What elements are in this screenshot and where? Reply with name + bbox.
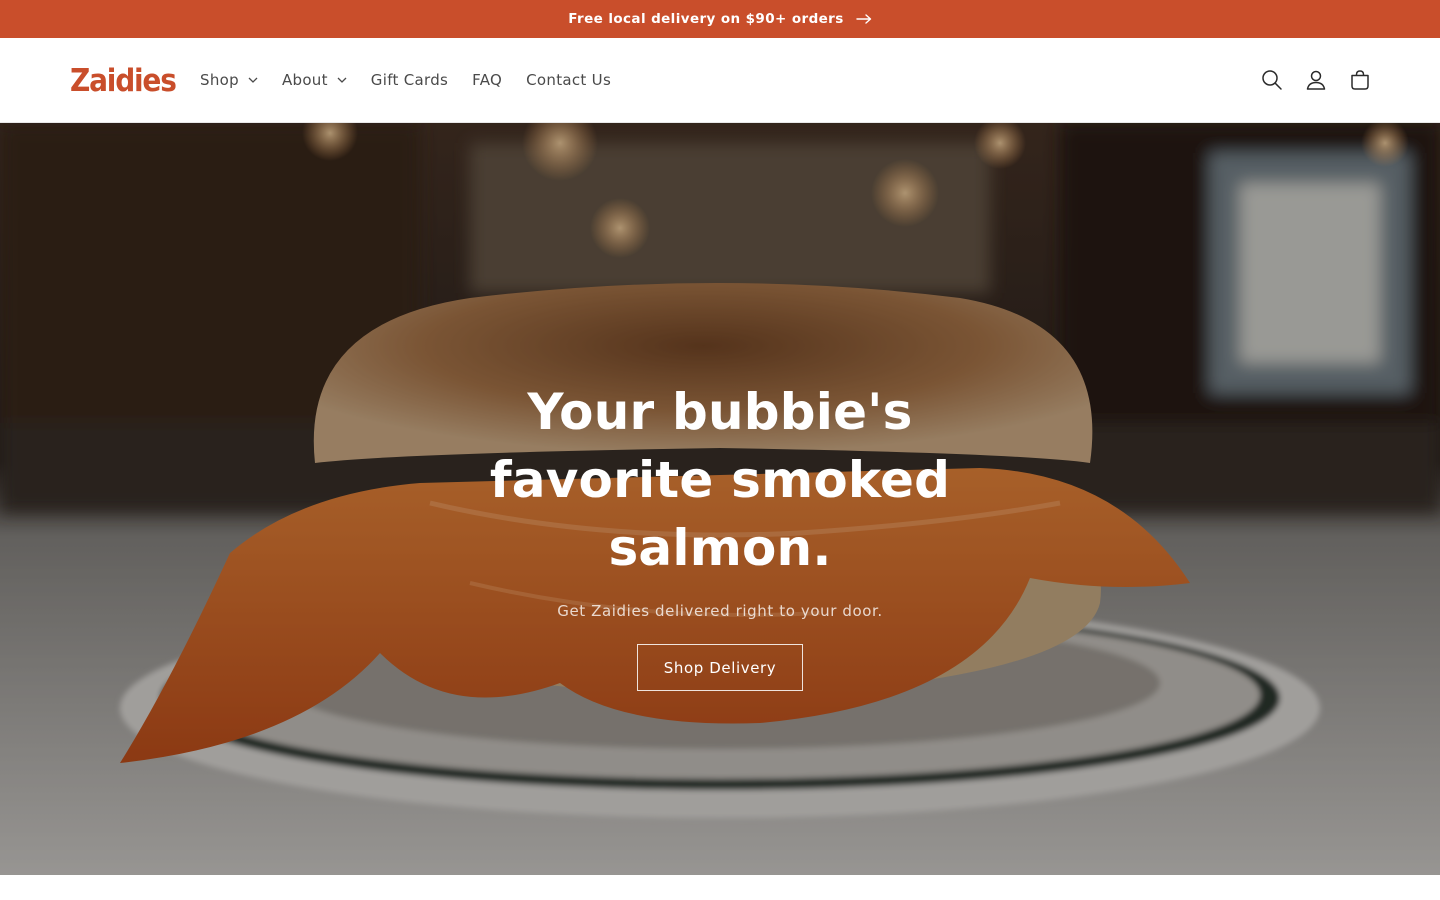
logo[interactable]: Zaidies: [70, 62, 177, 99]
site-header: Zaidies Shop About Gift Cards FAQ Contac…: [0, 38, 1440, 123]
nav-item-about[interactable]: About: [270, 71, 359, 89]
header-icons: [1250, 38, 1382, 122]
nav-item-contact-us[interactable]: Contact Us: [514, 71, 623, 89]
nav-item-shop[interactable]: Shop: [188, 71, 270, 89]
hero-subtitle: Get Zaidies delivered right to your door…: [557, 602, 883, 620]
nav-item-label: Shop: [200, 71, 239, 89]
chevron-down-icon: [248, 77, 258, 83]
nav-item-label: About: [281, 71, 328, 89]
hero-banner: Your bubbie's favorite smoked salmon. Ge…: [0, 123, 1440, 875]
cart-icon[interactable]: [1338, 58, 1382, 102]
nav-item-gift-cards[interactable]: Gift Cards: [359, 71, 460, 89]
nav-item-label: Contact Us: [526, 71, 612, 89]
chevron-down-icon: [337, 77, 347, 83]
announcement-text[interactable]: Free local delivery on $90+ orders: [568, 11, 843, 27]
shop-delivery-button[interactable]: Shop Delivery: [637, 644, 803, 691]
nav-item-label: Gift Cards: [370, 71, 449, 89]
hero-title: Your bubbie's favorite smoked salmon.: [489, 383, 951, 577]
hero-content: Your bubbie's favorite smoked salmon. Ge…: [0, 378, 1440, 691]
nav-item-label: FAQ: [472, 71, 503, 89]
announcement-bar[interactable]: Free local delivery on $90+ orders: [0, 0, 1440, 38]
arrow-right-icon[interactable]: [855, 14, 872, 24]
main-nav: Shop About Gift Cards FAQ Contact Us: [188, 38, 623, 122]
account-icon[interactable]: [1294, 58, 1338, 102]
search-icon[interactable]: [1250, 58, 1294, 102]
nav-item-faq[interactable]: FAQ: [460, 71, 514, 89]
